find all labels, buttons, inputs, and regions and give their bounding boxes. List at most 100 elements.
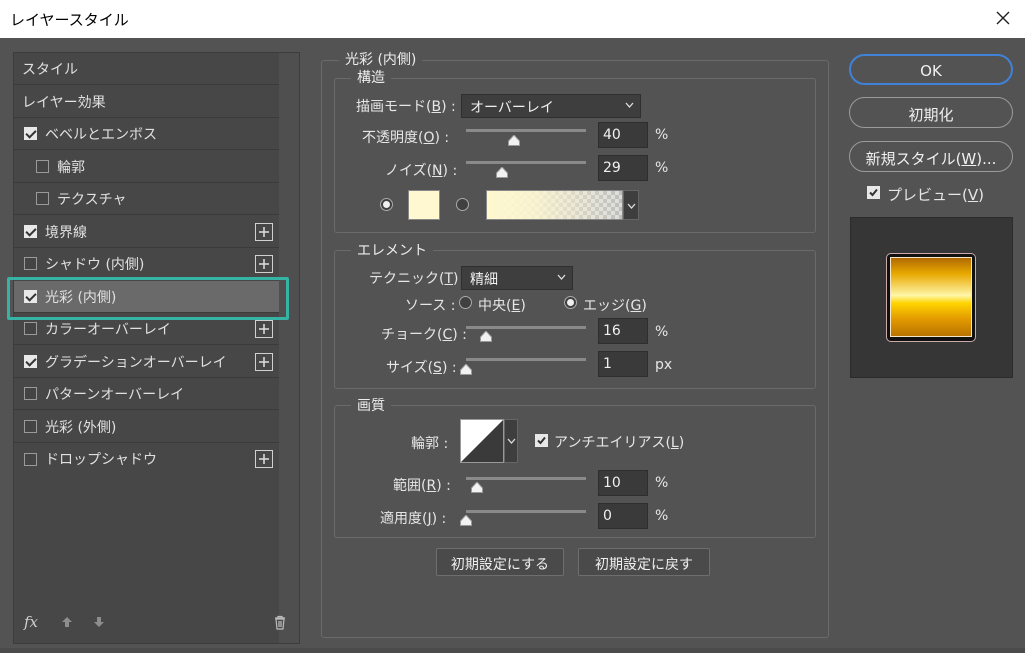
source-label: ソース : (405, 298, 456, 314)
jitter-unit: % (655, 508, 669, 524)
blend-mode-label: 描画モード(B) : (356, 99, 456, 115)
preview-swatch (887, 254, 975, 341)
style-item-label: カラーオーバーレイ (45, 321, 171, 338)
jitter-input[interactable]: 0 (598, 503, 648, 529)
window-title: レイヤースタイル (10, 11, 129, 29)
style-item-gradient-overlay[interactable]: グラデーションオーバーレイ (14, 346, 279, 378)
size-input[interactable]: 1 (598, 351, 648, 377)
chevron-down-icon (507, 438, 516, 444)
jitter-slider-track[interactable] (466, 510, 586, 513)
solid-color-radio[interactable] (380, 198, 393, 211)
move-down-arrow-icon[interactable] (92, 615, 106, 633)
fx-icon[interactable]: fx (24, 613, 38, 631)
opacity-label: 不透明度(O) : (362, 130, 450, 146)
jitter-slider-thumb[interactable] (460, 515, 472, 526)
noise-slider-track[interactable] (466, 161, 586, 164)
gradient-dropdown-button[interactable] (623, 190, 639, 220)
trash-icon[interactable] (273, 615, 287, 634)
source-center-label: 中央(E) (478, 298, 526, 314)
glow-color-swatch[interactable] (408, 190, 440, 220)
outer-glow-checkbox[interactable] (24, 420, 37, 433)
contour-checkbox[interactable] (36, 160, 49, 173)
style-item-label: テクスチャ (57, 191, 127, 208)
opacity-input[interactable]: 40 (598, 122, 648, 148)
style-item-label: グラデーションオーバーレイ (45, 354, 227, 371)
style-item-outer-glow[interactable]: 光彩 (外側) (14, 411, 279, 443)
bevel-emboss-checkbox[interactable] (24, 127, 37, 140)
style-preview (850, 217, 1013, 378)
title-bar: レイヤースタイル (0, 0, 1025, 38)
style-item-label: レイヤー効果 (22, 94, 106, 111)
blend-mode-dropdown[interactable]: オーバーレイ (461, 94, 641, 118)
noise-unit: % (655, 160, 669, 176)
reset-button[interactable]: 初期化 (849, 97, 1013, 128)
make-default-button[interactable]: 初期設定にする (436, 548, 564, 576)
styles-list-toolbar: fx (14, 605, 299, 643)
choke-slider-thumb[interactable] (480, 331, 492, 342)
source-center-radio[interactable] (459, 296, 472, 309)
style-item-texture[interactable]: テクスチャ (14, 183, 279, 215)
style-item-styles[interactable]: スタイル (14, 53, 279, 85)
contour-label: 輪郭 : (411, 436, 449, 452)
antialias-checkbox[interactable] (535, 434, 548, 447)
gradient-overlay-checkbox[interactable] (24, 355, 37, 368)
add-inner-shadow-plus-icon[interactable] (255, 255, 273, 273)
noise-label: ノイズ(N) : (385, 163, 458, 179)
style-item-contour[interactable]: 輪郭 (14, 151, 279, 183)
styles-list-scrollbar[interactable] (279, 53, 299, 643)
add-gradient-overlay-plus-icon[interactable] (255, 353, 273, 371)
style-item-bevel-emboss[interactable]: ベベルとエンボス (14, 118, 279, 150)
noise-input[interactable]: 29 (598, 155, 648, 181)
blend-mode-value: オーバーレイ (470, 100, 554, 116)
style-item-label: 輪郭 (57, 159, 85, 176)
size-slider-thumb[interactable] (460, 364, 472, 375)
ok-button[interactable]: OK (849, 54, 1013, 85)
reset-to-default-button[interactable]: 初期設定に戻す (578, 548, 710, 576)
choke-input[interactable]: 16 (598, 318, 648, 344)
style-item-inner-shadow[interactable]: シャドウ (内側) (14, 248, 279, 280)
stroke-checkbox[interactable] (24, 225, 37, 238)
window-bottom-edge (0, 648, 1025, 653)
style-item-label: ドロップシャドウ (45, 452, 157, 468)
selection-highlight-frame (7, 277, 289, 320)
style-item-stroke[interactable]: 境界線 (14, 216, 279, 248)
choke-slider-track[interactable] (466, 326, 586, 329)
new-style-button[interactable]: 新規スタイル(W)... (849, 141, 1013, 172)
preview-label: プレビュー(V) (887, 186, 984, 204)
close-icon[interactable] (991, 6, 1015, 30)
preview-checkbox[interactable] (867, 186, 880, 199)
range-slider-track[interactable] (466, 477, 586, 480)
range-slider-thumb[interactable] (471, 482, 483, 493)
inner-shadow-checkbox[interactable] (24, 257, 37, 270)
style-item-drop-shadow[interactable]: ドロップシャドウ (14, 443, 279, 475)
gradient-preview[interactable] (486, 190, 623, 220)
size-slider-track[interactable] (466, 358, 586, 361)
add-drop-shadow-plus-icon[interactable] (255, 450, 273, 468)
drop-shadow-checkbox[interactable] (24, 452, 37, 466)
color-overlay-checkbox[interactable] (24, 322, 37, 335)
add-color-overlay-plus-icon[interactable] (255, 320, 273, 338)
style-item-pattern-overlay[interactable]: パターンオーバーレイ (14, 378, 279, 410)
technique-dropdown[interactable]: 精細 (461, 266, 573, 290)
move-up-arrow-icon[interactable] (60, 615, 74, 633)
gradient-radio[interactable] (456, 198, 469, 211)
contour-preview[interactable] (460, 419, 504, 463)
style-item-label: 境界線 (45, 224, 87, 241)
noise-slider-thumb[interactable] (496, 167, 508, 178)
pattern-overlay-checkbox[interactable] (24, 387, 37, 400)
texture-checkbox[interactable] (36, 192, 49, 205)
add-stroke-plus-icon[interactable] (255, 223, 273, 241)
opacity-slider-thumb[interactable] (508, 135, 520, 146)
style-item-blending-options[interactable]: レイヤー効果 (14, 86, 279, 118)
technique-value: 精細 (470, 272, 498, 288)
elements-title: エレメント (351, 240, 433, 260)
choke-label: チョーク(C) : (381, 327, 467, 343)
structure-title: 構造 (351, 67, 391, 87)
source-edge-radio[interactable] (564, 296, 577, 309)
opacity-slider-track[interactable] (466, 129, 586, 132)
size-label: サイズ(S) : (386, 360, 457, 376)
inner-glow-section-title: 光彩 (内側) (339, 49, 423, 69)
range-input[interactable]: 10 (598, 470, 648, 496)
jitter-label: 適用度(J) : (380, 511, 447, 527)
contour-dropdown-button[interactable] (504, 419, 518, 463)
